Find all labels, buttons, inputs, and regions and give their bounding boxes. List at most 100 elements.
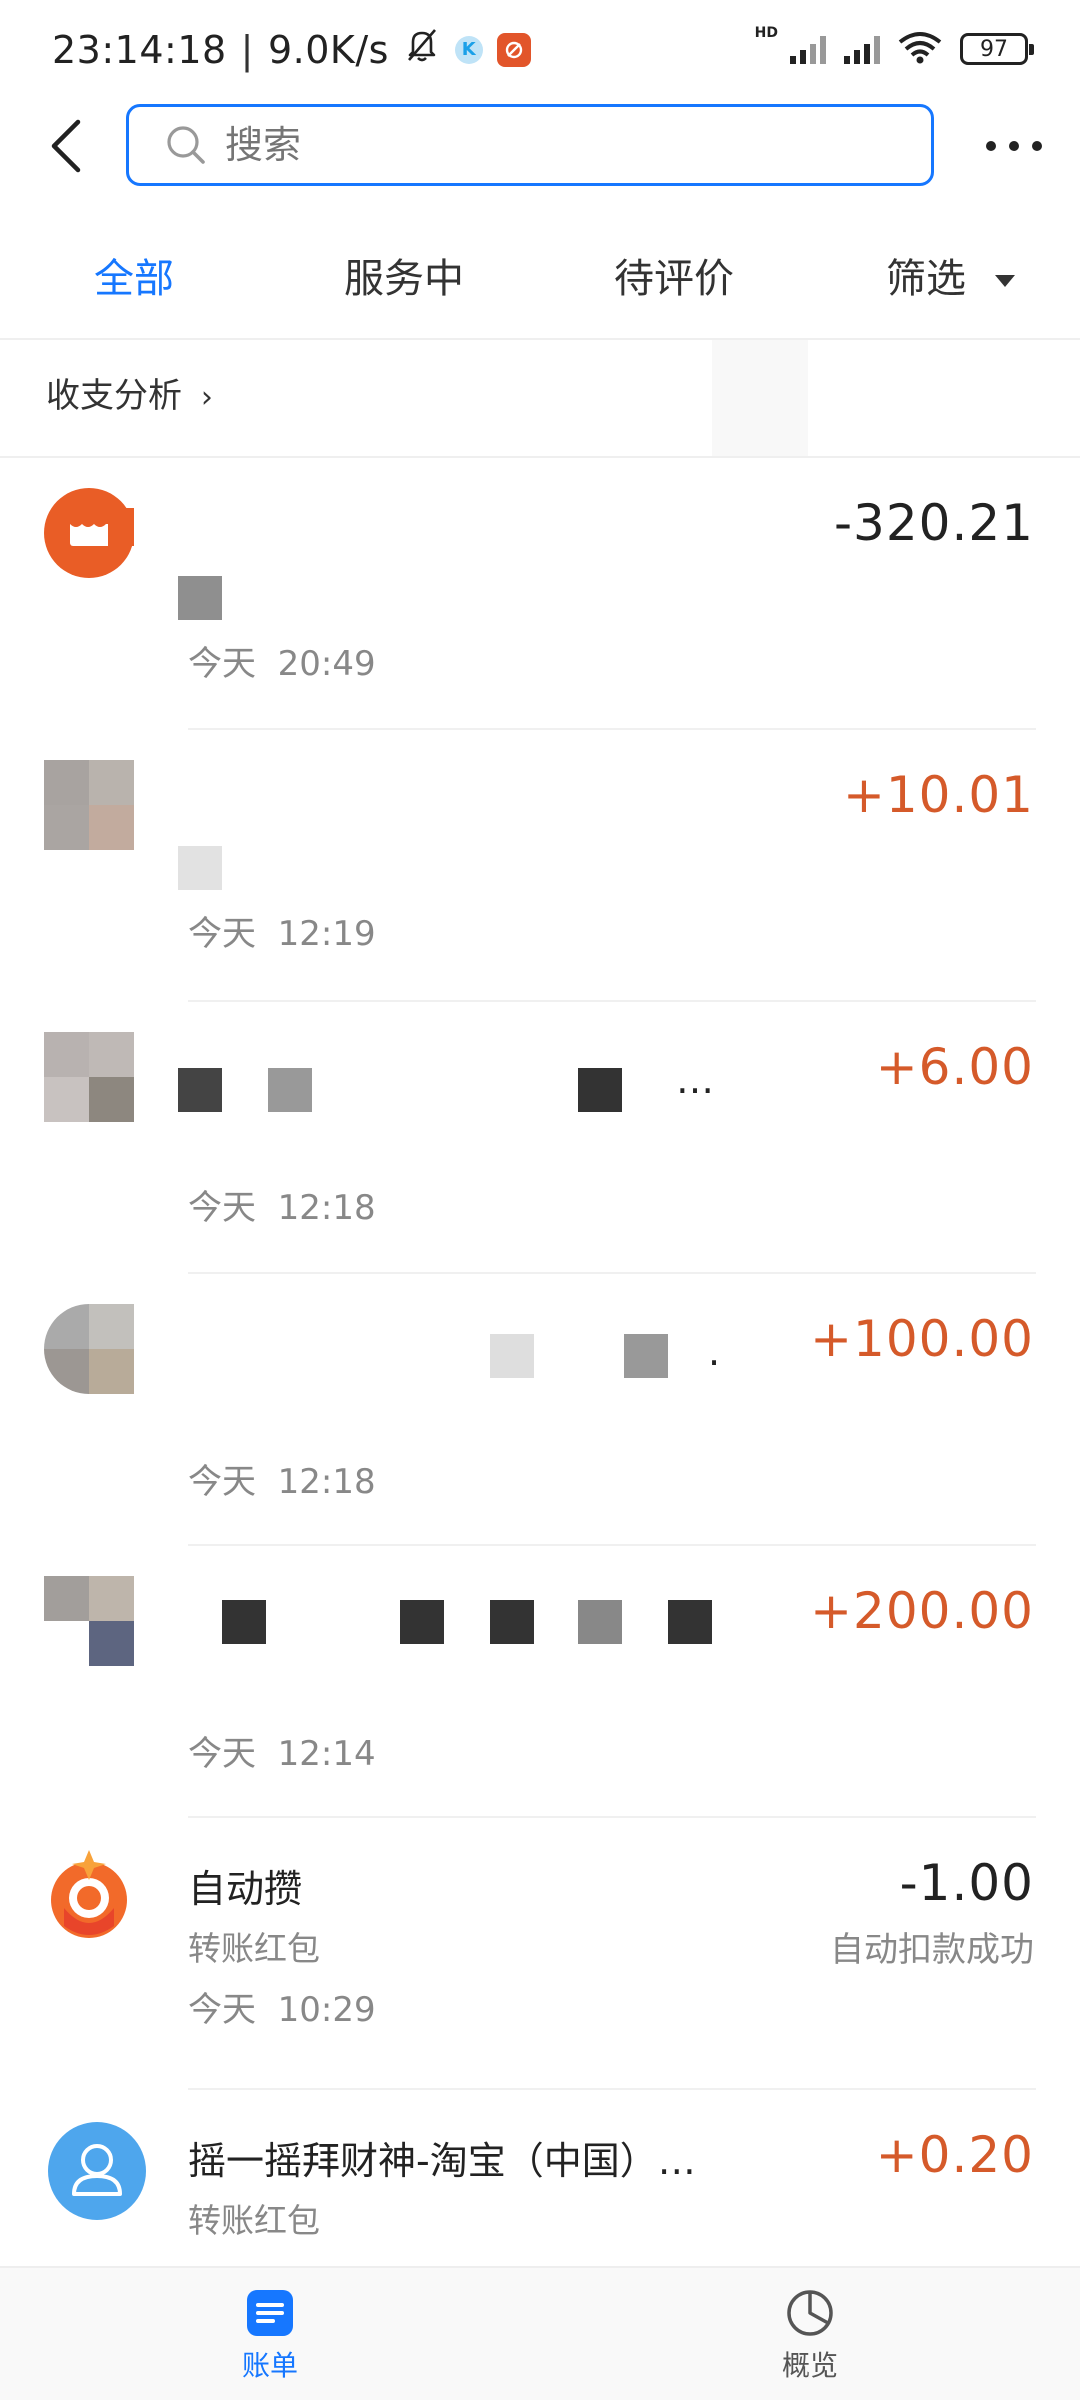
transaction-amount: +100.00 [810,1310,1034,1368]
transaction-date-label: 今天 [188,1462,256,1502]
transaction-title: … [676,1058,714,1102]
bill-list-icon [247,2290,293,2336]
income-expense-analysis-link[interactable]: 收支分析 › [46,368,213,417]
auto-save-icon [51,1850,127,1938]
transaction-row[interactable]: 今天 12:14 +200.00 [0,1546,1080,1818]
blurred-text [268,1068,312,1112]
transaction-subtitle: 转账红包 [188,2201,320,2240]
tab-all[interactable]: 全部 [94,246,174,304]
avatar [44,760,134,850]
k-app-icon: K [454,35,483,64]
search-icon [167,126,205,164]
transaction-title: 自动攒 [188,1867,303,1911]
avatar [44,1304,134,1394]
blurred-text [624,1334,668,1378]
avatar [44,1576,134,1666]
transaction-time: 今天 10:29 [188,1982,376,2031]
divider [0,338,1080,340]
status-right: HD 97 [755,25,1034,68]
back-arrow-icon [51,119,81,173]
avatar [44,1032,134,1122]
status-bar: 23:14:18 | 9.0K/s K HD 97 [0,0,1080,100]
transaction-time: 今天 12:18 [188,1454,376,1503]
blurred-area [712,340,808,458]
more-dot-icon [986,141,996,151]
bell-muted-icon [403,26,441,73]
app-notification-icon [496,32,531,67]
more-options-button[interactable] [986,126,1042,166]
transaction-time-label: 20:49 [277,644,376,684]
signal-icon [844,34,880,64]
tab-pending-review[interactable]: 待评价 [614,246,734,304]
transaction-date-label: 今天 [188,1990,256,2030]
more-dot-icon [1009,141,1019,151]
wifi-icon [898,30,942,68]
transaction-row[interactable]: 今天 12:19 +10.01 [0,730,1080,1002]
merchant-store-icon [44,488,134,578]
nav-bills[interactable]: 账单 [210,2288,330,2384]
back-button[interactable] [44,116,100,176]
chevron-right-icon: › [200,380,213,415]
blurred-text [178,576,222,620]
transaction-date-label: 今天 [188,1188,256,1228]
nav-overview[interactable]: 概览 [750,2288,870,2384]
header [0,100,1080,192]
transaction-status: 自动扣款成功 [830,1930,1034,1970]
transaction-time-label: 10:29 [277,1990,376,2030]
filter-tabs: 全部 服务中 待评价 筛选 [0,236,1080,316]
transaction-row[interactable]: . 今天 12:18 +100.00 [0,1274,1080,1546]
battery-icon: 97 [960,33,1034,65]
transaction-amount: -320.21 [834,494,1034,552]
blurred-text [578,1600,622,1644]
transaction-time: 今天 12:14 [188,1726,376,1775]
tab-filter-label: 筛选 [886,256,966,302]
blurred-text [578,1068,622,1112]
transaction-row[interactable]: 自动攒 转账红包 今天 10:29 -1.00 自动扣款成功 [0,1818,1080,2090]
transaction-amount: +6.00 [875,1038,1034,1096]
transaction-time-label: 12:19 [277,914,376,954]
blurred-text [490,1334,534,1378]
transaction-date-label: 今天 [188,1734,256,1774]
blurred-text [490,1600,534,1644]
status-separator: | [240,27,254,72]
caret-down-icon [994,275,1015,287]
transaction-time-label: 12:18 [277,1188,376,1228]
transaction-time-label: 12:14 [277,1734,376,1774]
transaction-time: 今天 20:49 [188,636,376,685]
transaction-amount: -1.00 [899,1854,1034,1912]
nav-overview-label: 概览 [781,2349,838,2382]
hd-label: HD [754,25,778,41]
search-input[interactable] [225,123,825,167]
transaction-date-label: 今天 [188,914,256,954]
blurred-text [178,1068,222,1112]
transaction-amount: +0.20 [875,2126,1034,2184]
tab-in-service[interactable]: 服务中 [344,246,464,304]
blurred-text [178,846,222,890]
nav-bills-label: 账单 [241,2349,298,2382]
transaction-row[interactable]: … 今天 12:18 +6.00 [0,1002,1080,1274]
status-net-speed: 9.0K/s [267,27,389,72]
transaction-amount: +10.01 [842,766,1034,824]
transaction-time: 今天 12:18 [188,1180,376,1229]
transaction-subtitle: 转账红包 [188,1929,320,1968]
more-dot-icon [1032,141,1042,151]
transaction-title: . [708,1330,721,1374]
transaction-time: 今天 12:19 [188,906,376,955]
hd-signal-icon [790,34,826,64]
analysis-label: 收支分析 [46,376,182,416]
transaction-time-label: 12:18 [277,1462,376,1502]
status-time: 23:14:18 [52,27,227,72]
battery-level: 97 [980,36,1008,62]
bottom-navigation: 账单 概览 [0,2266,1080,2400]
blurred-text [222,1600,266,1644]
default-user-avatar-icon [48,2122,146,2220]
tab-filter[interactable]: 筛选 [886,246,1015,304]
pie-chart-icon [787,2290,833,2336]
transaction-row[interactable]: 今天 20:49 -320.21 [0,458,1080,730]
transaction-title: 摇一摇拜财神-淘宝（中国）… [188,2139,696,2183]
status-left: 23:14:18 | 9.0K/s K [52,26,531,73]
transaction-amount: +200.00 [810,1582,1034,1640]
transaction-date-label: 今天 [188,644,256,684]
blurred-text [400,1600,444,1644]
search-box[interactable] [126,104,934,186]
